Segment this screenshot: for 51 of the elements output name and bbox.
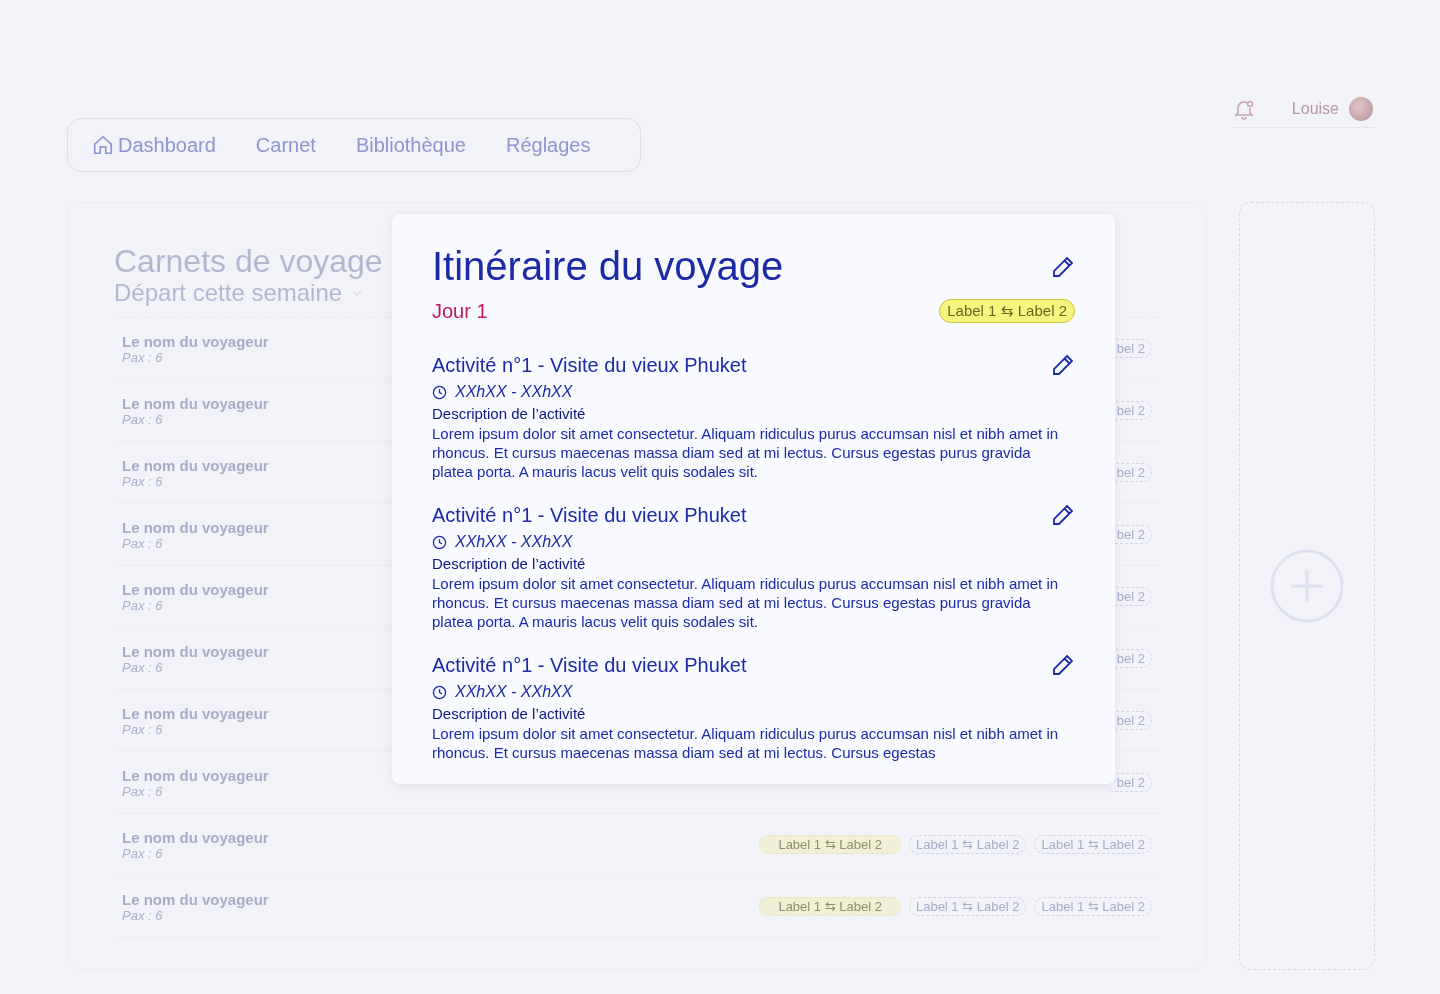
traveler-name[interactable]: Le nom du voyageur [122, 642, 269, 660]
nav-link[interactable]: Bibliothèque [355, 133, 466, 157]
activity-title: Activité n°1 - Visite du vieux Phuket [432, 653, 747, 677]
description-heading: Description de l’activité [432, 705, 587, 722]
pax-count: Pax : 6 [122, 597, 164, 613]
nav-link[interactable]: Réglages [505, 133, 591, 157]
description-text: Lorem ipsum dolor sit amet consectetur. Aliquam ridiculus purus accumsan nisl et nibh amet in rhoncus. Et cursus maecenas massa diam sed at mi lectus. Cursus egestas purus gravida platea porta. A mauris lacus velit quis sodales sit. [432, 424, 1060, 481]
pax-count: Pax : 6 [122, 535, 164, 551]
time-range: XXhXX - XXhXX [455, 533, 573, 551]
pax-count: Pax : 6 [122, 721, 164, 737]
pax-count: Pax : 6 [122, 349, 164, 365]
traveler-name[interactable]: Le nom du voyageur [122, 518, 269, 536]
pencil-icon[interactable] [1051, 353, 1075, 377]
description-text: Lorem ipsum dolor sit amet consectetur. Aliquam ridiculus purus accumsan nisl et nibh amet in rhoncus. Et cursus maecenas massa diam sed at mi lectus. Cursus egestas purus gravida platea porta. A mauris lacus velit quis sodales sit. [432, 574, 1060, 631]
pax-count: Pax : 6 [122, 411, 164, 427]
user-name[interactable]: Louise [1291, 100, 1339, 118]
day-label: Jour 1 [432, 299, 488, 323]
clock-icon [432, 534, 447, 550]
activity-title: Activité n°1 - Visite du vieux Phuket [432, 503, 747, 527]
time-range: XXhXX - XXhXX [455, 683, 573, 701]
nav-link[interactable]: Carnet [255, 133, 316, 157]
traveler-name[interactable]: Le nom du voyageur [122, 394, 269, 412]
label-tag: Label 1 ⇆ Label 2 [939, 299, 1075, 323]
description-heading: Description de l’activité [432, 555, 587, 572]
activity-title: Activité n°1 - Visite du vieux Phuket [432, 353, 747, 377]
clock-icon [432, 684, 447, 700]
description-text: Lorem ipsum dolor sit amet consectetur. Aliquam ridiculus purus accumsan nisl et nibh amet in rhoncus. Et cursus maecenas massa diam sed at mi lectus. Cursus egestas [432, 724, 1060, 762]
list-title: Carnets de voyage [114, 243, 383, 279]
pencil-icon[interactable] [1051, 503, 1075, 527]
modal-title: Itinéraire du voyage [432, 244, 784, 289]
pax-count: Pax : 6 [122, 907, 164, 923]
traveler-name[interactable]: Le nom du voyageur [122, 332, 269, 350]
pax-count: Pax : 6 [122, 783, 164, 799]
description-heading: Description de l’activité [432, 405, 587, 422]
pencil-icon[interactable] [1051, 254, 1075, 279]
traveler-name[interactable]: Le nom du voyageur [122, 580, 269, 598]
label-tag: Label 1 ⇆ Label 2 [759, 897, 901, 916]
traveler-name[interactable]: Le nom du voyageur [122, 766, 269, 784]
pencil-icon[interactable] [1051, 653, 1075, 677]
traveler-name[interactable]: Le nom du voyageur [122, 828, 269, 846]
home-icon [92, 134, 114, 156]
clock-icon [432, 384, 447, 400]
time-range: XXhXX - XXhXX [455, 383, 573, 401]
traveler-name[interactable]: Le nom du voyageur [122, 704, 269, 722]
pax-count: Pax : 6 [122, 473, 164, 489]
traveler-name[interactable]: Le nom du voyageur [122, 890, 269, 908]
nav-link[interactable]: Dashboard [92, 133, 216, 157]
pax-count: Pax : 6 [122, 659, 164, 675]
traveler-name[interactable]: Le nom du voyageur [122, 456, 269, 474]
label-tag: Label 1 ⇆ Label 2 [759, 835, 901, 854]
pax-count: Pax : 6 [122, 845, 164, 861]
